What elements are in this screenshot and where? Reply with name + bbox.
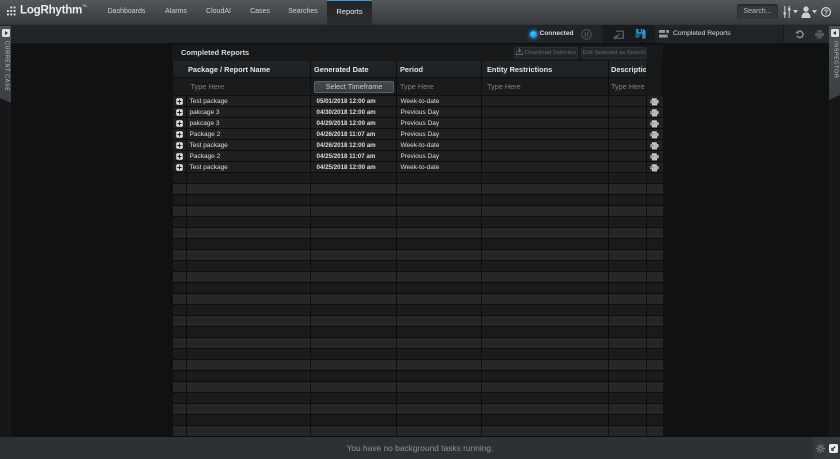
svg-text:?: ?: [823, 7, 828, 16]
